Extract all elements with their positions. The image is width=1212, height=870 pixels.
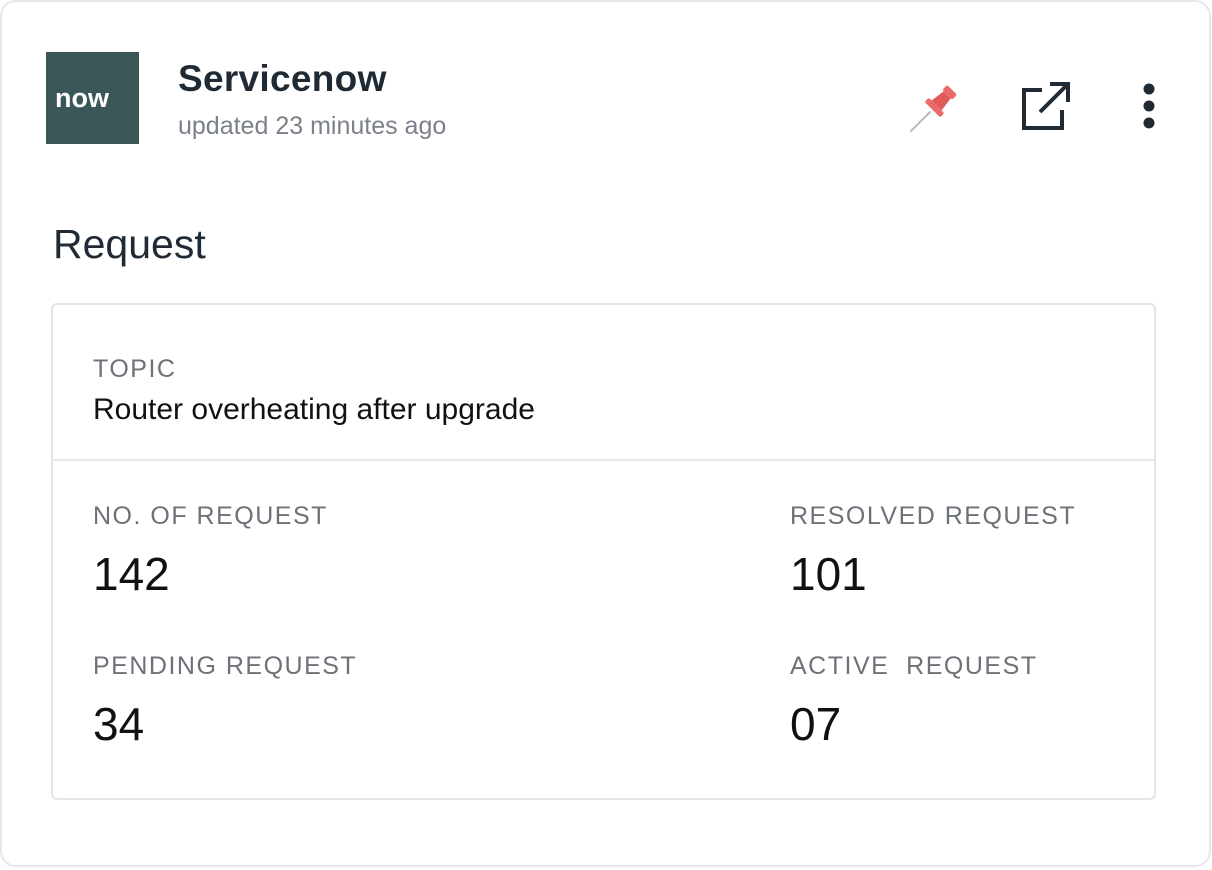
pending-requests-value: 34 xyxy=(93,698,145,750)
servicenow-logo: now xyxy=(46,52,139,144)
topic-value: Router overheating after upgrade xyxy=(93,393,535,426)
topic-label: TOPIC xyxy=(93,355,177,383)
logo-text: now xyxy=(55,83,110,113)
open-external-button[interactable] xyxy=(1016,78,1074,136)
pending-requests-label: PENDING REQUEST xyxy=(93,652,358,680)
open-external-icon xyxy=(1022,82,1070,130)
request-details-panel: TOPIC Router overheating after upgrade N… xyxy=(51,303,1156,800)
pin-button[interactable] xyxy=(906,80,962,136)
panel-divider xyxy=(53,459,1154,461)
active-requests-label: ACTIVE REQUEST xyxy=(790,652,1038,680)
servicenow-card: now Servicenow updated 23 minutes ago Re… xyxy=(0,0,1211,867)
section-title: Request xyxy=(53,221,206,267)
more-vertical-icon xyxy=(1143,83,1155,129)
last-updated-text: updated 23 minutes ago xyxy=(178,112,447,140)
active-requests-value: 07 xyxy=(790,698,842,750)
app-title: Servicenow xyxy=(178,58,387,99)
resolved-requests-value: 101 xyxy=(790,548,867,600)
total-requests-value: 142 xyxy=(93,548,170,600)
total-requests-label: NO. OF REQUEST xyxy=(93,502,328,530)
more-options-button[interactable] xyxy=(1128,78,1170,134)
resolved-requests-label: RESOLVED REQUEST xyxy=(790,502,1077,530)
pin-icon xyxy=(910,85,957,132)
